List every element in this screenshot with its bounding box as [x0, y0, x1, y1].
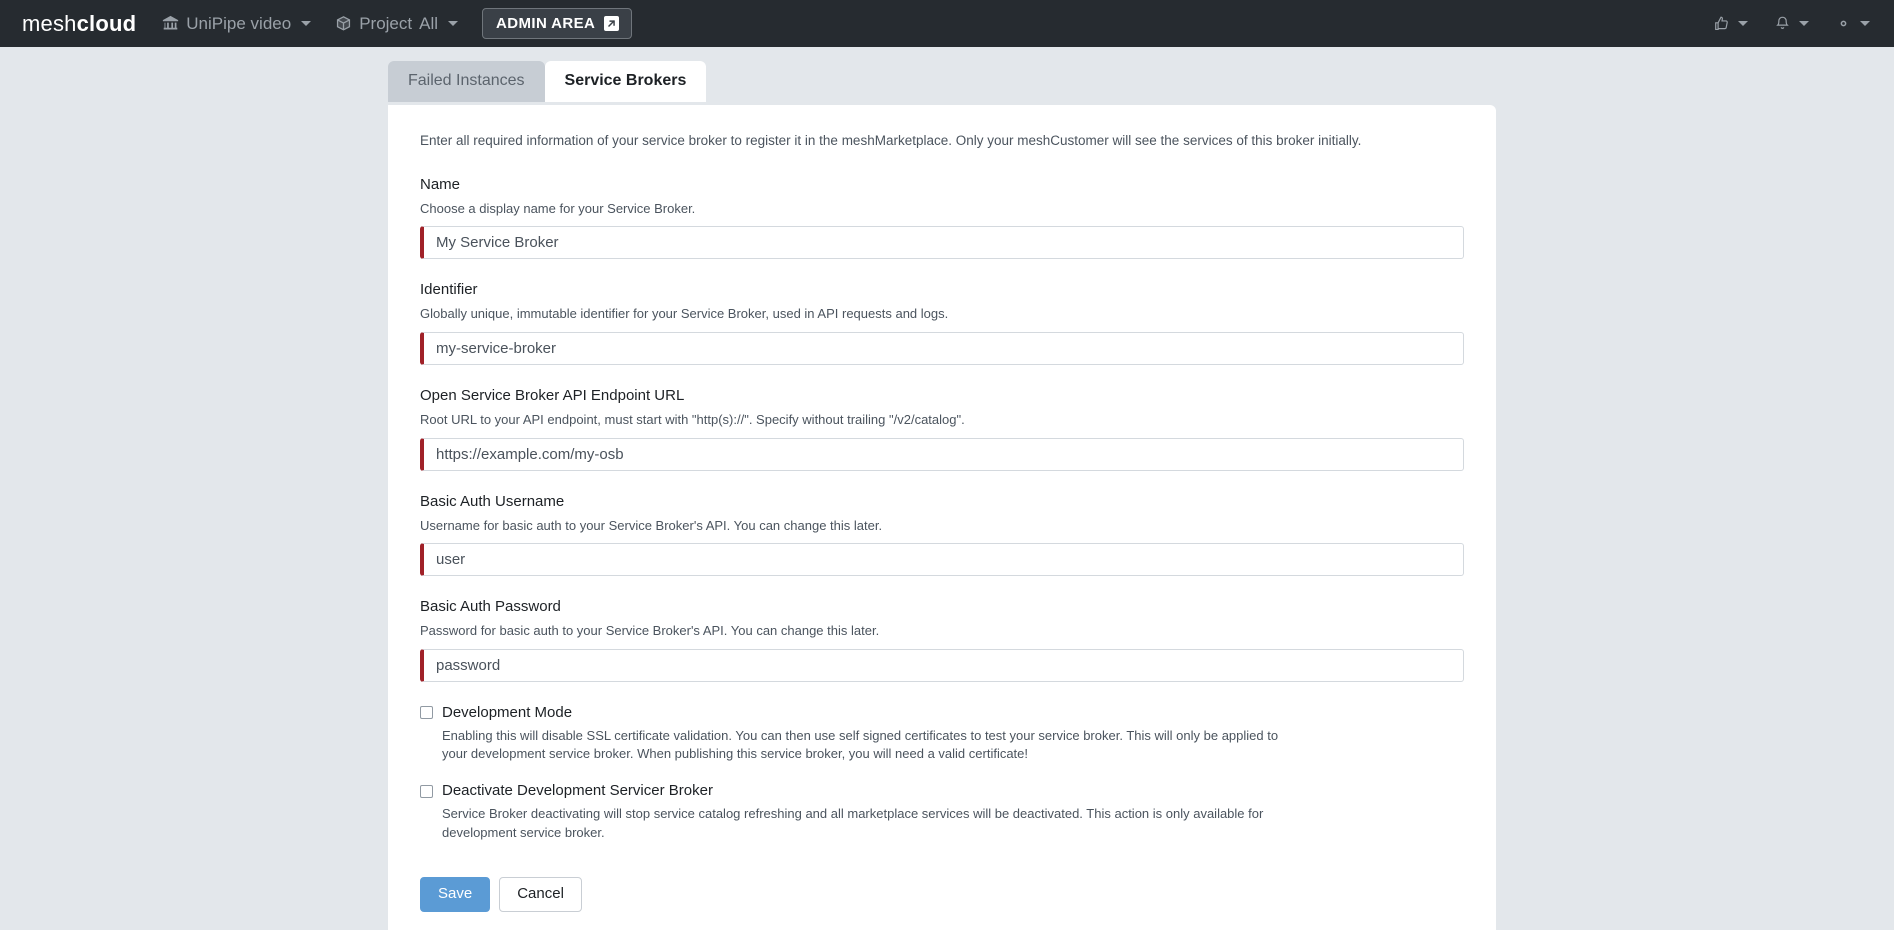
- tab-failed-instances-label: Failed Instances: [408, 72, 525, 89]
- save-button[interactable]: Save: [420, 877, 491, 912]
- bank-icon: [162, 15, 179, 32]
- project-selector[interactable]: Project All: [335, 13, 459, 34]
- development-mode-label: Development Mode: [442, 703, 573, 721]
- project-label: Project: [359, 13, 413, 33]
- tab-service-brokers-label: Service Brokers: [564, 72, 687, 89]
- identifier-input[interactable]: [420, 331, 1464, 365]
- field-basic-auth-username-label: Basic Auth Username: [420, 492, 565, 510]
- development-mode-help: Enabling this will disable SSL certifica…: [442, 727, 1279, 762]
- settings-menu[interactable]: [1835, 15, 1870, 32]
- field-identifier: Identifier Globally unique, immutable id…: [420, 281, 1464, 365]
- chevron-down-icon: [1799, 21, 1809, 26]
- development-mode-row[interactable]: Development Mode: [420, 704, 1464, 722]
- chevron-down-icon: [1738, 21, 1748, 26]
- chevron-down-icon: [1860, 21, 1870, 26]
- deactivate-broker-row[interactable]: Deactivate Development Servicer Broker: [420, 782, 1464, 800]
- thumbs-up-menu[interactable]: [1713, 15, 1748, 32]
- basic-auth-username-input[interactable]: [420, 543, 1464, 577]
- field-osb-endpoint-url: Open Service Broker API Endpoint URL Roo…: [420, 387, 1464, 471]
- deactivate-broker-help: Service Broker deactivating will stop se…: [442, 806, 1264, 841]
- top-navbar: meshcloud UniPipe video Project All ADMI…: [0, 0, 1894, 47]
- tab-failed-instances[interactable]: Failed Instances: [388, 61, 545, 102]
- form-intro-text: Enter all required information of your s…: [420, 133, 1362, 148]
- form-actions: Save Cancel: [420, 877, 1464, 912]
- gear-icon: [1835, 15, 1852, 32]
- admin-area-label: ADMIN AREA: [496, 15, 596, 32]
- field-osb-endpoint-url-label: Open Service Broker API Endpoint URL: [420, 386, 685, 404]
- osb-endpoint-url-input[interactable]: [420, 437, 1464, 471]
- deactivate-broker-label: Deactivate Development Servicer Broker: [442, 782, 713, 800]
- field-basic-auth-username-help: Username for basic auth to your Service …: [420, 517, 883, 533]
- development-mode-checkbox[interactable]: [420, 706, 433, 720]
- chevron-down-icon: [448, 21, 459, 26]
- service-broker-form-card: Enter all required information of your s…: [388, 105, 1496, 930]
- admin-area-button[interactable]: ADMIN AREA: [482, 8, 633, 39]
- field-basic-auth-password-help: Password for basic auth to your Service …: [420, 623, 880, 639]
- thumbs-up-icon: [1713, 15, 1730, 32]
- page-body: Failed Instances Service Brokers Enter a…: [0, 47, 1894, 930]
- basic-auth-password-input[interactable]: [420, 648, 1464, 682]
- field-basic-auth-username: Basic Auth Username Username for basic a…: [420, 493, 1464, 577]
- field-name-help: Choose a display name for your Service B…: [420, 200, 696, 216]
- chevron-down-icon: [301, 21, 312, 26]
- checkbox-block-development-mode: Development Mode Enabling this will disa…: [420, 704, 1464, 765]
- brand-prefix: mesh: [22, 10, 77, 36]
- checkbox-block-deactivate-broker: Deactivate Development Servicer Broker S…: [420, 782, 1464, 843]
- field-basic-auth-password: Basic Auth Password Password for basic a…: [420, 598, 1464, 682]
- brand-logo[interactable]: meshcloud: [22, 11, 136, 37]
- org-label: UniPipe video: [186, 13, 292, 33]
- brand-suffix: cloud: [76, 10, 137, 36]
- tab-service-brokers[interactable]: Service Brokers: [544, 61, 707, 102]
- external-link-icon: [604, 16, 620, 31]
- cancel-button[interactable]: Cancel: [499, 877, 582, 912]
- field-name: Name Choose a display name for your Serv…: [420, 176, 1464, 260]
- name-input[interactable]: [420, 226, 1464, 260]
- notifications-menu[interactable]: [1774, 15, 1809, 32]
- navbar-right-actions: [1713, 15, 1876, 32]
- field-identifier-help: Globally unique, immutable identifier fo…: [420, 306, 949, 322]
- field-identifier-label: Identifier: [420, 281, 478, 299]
- deactivate-broker-checkbox[interactable]: [420, 784, 433, 798]
- bell-icon: [1774, 15, 1791, 32]
- field-osb-endpoint-url-help: Root URL to your API endpoint, must star…: [420, 411, 965, 427]
- org-selector[interactable]: UniPipe video: [162, 13, 312, 34]
- tab-bar: Failed Instances Service Brokers: [388, 61, 707, 102]
- field-name-label: Name: [420, 175, 461, 193]
- project-value: All: [419, 13, 439, 33]
- cube-icon: [335, 15, 352, 32]
- field-basic-auth-password-label: Basic Auth Password: [420, 598, 561, 616]
